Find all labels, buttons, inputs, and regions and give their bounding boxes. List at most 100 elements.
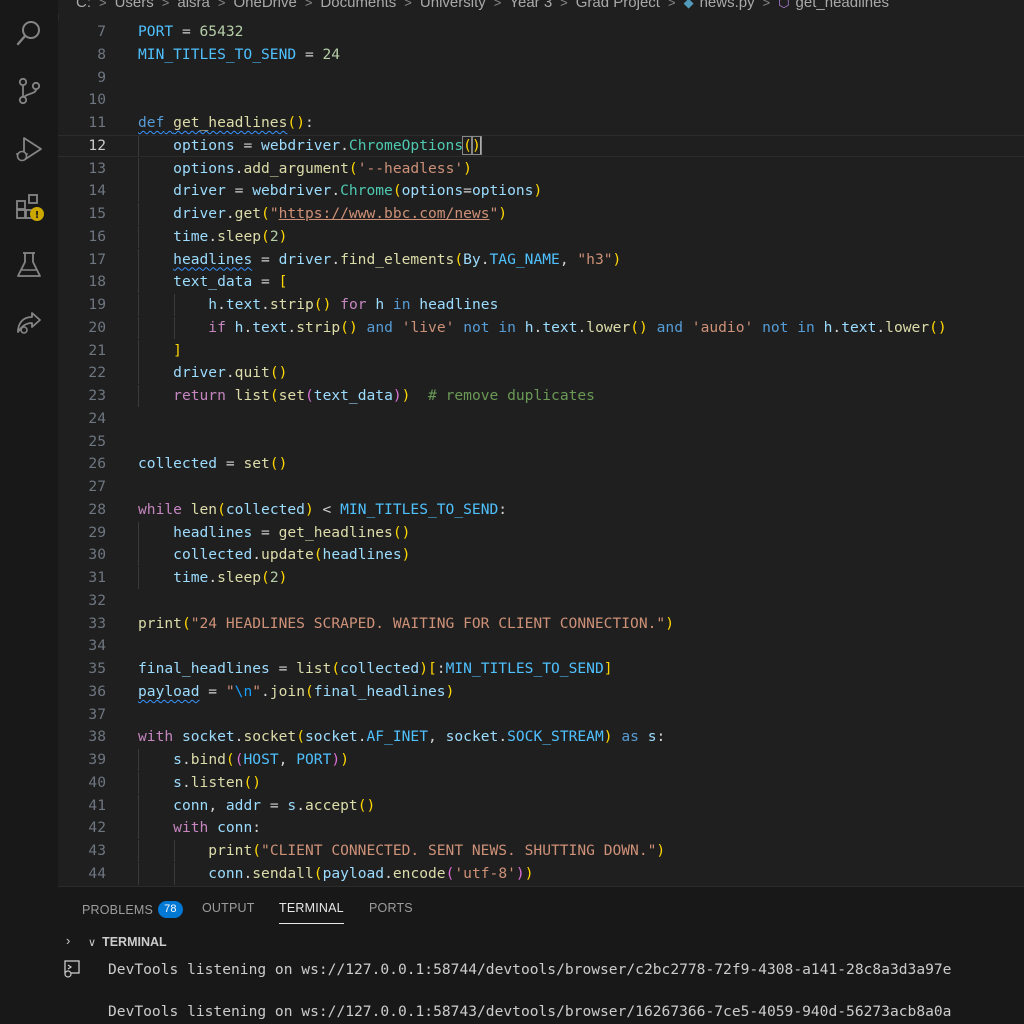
code-line[interactable]: 31 time.sleep(2): [58, 567, 1024, 589]
breadcrumb-item[interactable]: Users: [115, 0, 154, 11]
line-number: 9: [97, 68, 106, 86]
code-line[interactable]: 22 driver.quit(): [58, 362, 1024, 385]
code-line[interactable]: 40 s.listen(): [58, 771, 1024, 794]
code-line[interactable]: 24: [58, 408, 1024, 430]
code-line[interactable]: 30 collected.update(headlines): [58, 544, 1024, 567]
breadcrumb-item[interactable]: Year 3: [509, 0, 552, 11]
search-icon[interactable]: [12, 16, 46, 50]
chevron-right-icon: >: [762, 0, 771, 10]
breadcrumb-item[interactable]: OneDrive: [233, 0, 296, 11]
code-line[interactable]: 43 print("CLIENT CONNECTED. SENT NEWS. S…: [58, 840, 1024, 862]
breadcrumb-file[interactable]: news.py: [700, 0, 755, 11]
breadcrumb-item[interactable]: University: [420, 0, 486, 11]
code-line[interactable]: 9: [58, 67, 1024, 89]
terminal-debug-icon[interactable]: [62, 959, 82, 984]
line-number: 12: [88, 136, 106, 154]
code-line[interactable]: 13 options.add_argument('--headless'): [58, 157, 1024, 180]
code-line[interactable]: 23 return list(set(text_data)) # remove …: [58, 385, 1024, 407]
code-line[interactable]: 14 driver = webdriver.Chrome(options=opt…: [58, 180, 1024, 203]
code-line[interactable]: 8 MIN_TITLES_TO_SEND = 24: [58, 44, 1024, 66]
indent-guide: [138, 135, 139, 156]
code-line[interactable]: 28 while len(collected) < MIN_TITLES_TO_S…: [58, 499, 1024, 521]
tab-output[interactable]: OUTPUT: [202, 901, 255, 915]
terminal-header-label: TERMINAL: [102, 935, 167, 949]
code-line[interactable]: 37: [58, 704, 1024, 726]
code-line[interactable]: 20 if h.text.strip() and 'live' not in h…: [58, 316, 1024, 339]
code-line[interactable]: 42 with conn:: [58, 817, 1024, 840]
code-text: time.sleep(2): [173, 569, 288, 586]
code-text: with socket.socket(socket.AF_INET, socke…: [138, 728, 666, 746]
problems-count-badge: 78: [158, 901, 183, 918]
code-line[interactable]: 25: [58, 431, 1024, 453]
breadcrumb-item[interactable]: Documents: [320, 0, 396, 11]
code-text: s.bind((HOST, PORT)): [173, 751, 349, 768]
indent-guide: [138, 157, 139, 180]
code-line[interactable]: 38 with socket.socket(socket.AF_INET, soc…: [58, 726, 1024, 748]
line-number: 35: [88, 660, 106, 677]
function-symbol-icon: ⬡: [778, 0, 790, 10]
chevron-right-icon: >: [404, 0, 412, 10]
code-line[interactable]: 12 options = webdriver.ChromeOptions(): [58, 134, 1024, 157]
line-number: 21: [88, 341, 106, 359]
line-number: 27: [88, 478, 106, 495]
tab-label: TERMINAL: [279, 901, 344, 915]
extensions-icon[interactable]: !: [12, 190, 46, 224]
code-line[interactable]: 7 PORT = 65432: [58, 21, 1024, 43]
chevron-right-icon: >: [493, 0, 502, 10]
code-line[interactable]: 39 s.bind((HOST, PORT)): [58, 749, 1024, 771]
code-text: headlines = driver.find_elements(By.TAG_…: [173, 250, 622, 268]
breadcrumb-symbol[interactable]: get_headlines: [796, 0, 889, 11]
tab-problems[interactable]: PROBLEMS 78: [82, 901, 183, 918]
tab-terminal[interactable]: TERMINAL: [279, 901, 344, 924]
code-line[interactable]: 26 collected = set(): [58, 453, 1024, 475]
code-text: options = webdriver.ChromeOptions(): [173, 135, 482, 155]
code-line[interactable]: 10: [58, 89, 1024, 111]
code-line[interactable]: 41 conn, addr = s.accept(): [58, 794, 1024, 817]
indent-guide: [138, 225, 139, 248]
code-text: ]: [173, 341, 182, 359]
testing-icon[interactable]: [12, 248, 46, 282]
python-file-icon: ◆: [683, 0, 694, 10]
breadcrumb-item[interactable]: C:: [76, 0, 91, 11]
line-number: 29: [88, 523, 106, 541]
tab-label: PORTS: [369, 901, 413, 915]
line-number: 44: [88, 864, 106, 882]
run-debug-icon[interactable]: [12, 132, 46, 166]
line-number: 24: [88, 409, 106, 427]
chevron-right-icon[interactable]: ›: [66, 933, 70, 948]
line-number: 30: [88, 546, 106, 564]
line-number: 26: [88, 455, 106, 473]
code-line[interactable]: 36 payload = "\n".join(final_headlines): [58, 681, 1024, 703]
code-text: return list(set(text_data)) # remove dup…: [173, 387, 595, 404]
code-line[interactable]: 29 headlines = get_headlines(): [58, 521, 1024, 544]
breadcrumb-item[interactable]: aisra: [177, 0, 210, 11]
code-line[interactable]: 11 def get_headlines():: [58, 112, 1024, 134]
code-line[interactable]: 19 h.text.strip() for h in headlines: [58, 294, 1024, 316]
code-line[interactable]: 44 conn.sendall(payload.encode('utf-8')): [58, 862, 1024, 885]
breadcrumb-item[interactable]: Grad Project: [576, 0, 660, 11]
code-line[interactable]: 34: [58, 635, 1024, 657]
terminal-section-header[interactable]: ∨ TERMINAL: [88, 935, 167, 949]
code-editor[interactable]: 7 PORT = 65432 8 MIN_TITLES_TO_SEND = 24 9 10…: [58, 20, 1024, 886]
indent-guide: [138, 180, 139, 203]
line-number: 11: [88, 114, 106, 131]
code-line[interactable]: 33 print("24 HEADLINES SCRAPED. WAITING F…: [58, 613, 1024, 635]
chevron-right-icon: >: [667, 0, 676, 10]
chevron-right-icon: >: [161, 0, 170, 10]
code-line[interactable]: 35 final_headlines = list(collected)[:MIN…: [58, 658, 1024, 680]
vscode-window: ! C: > Users > aisra > OneDrive > Documents >…: [0, 0, 1024, 1024]
source-control-icon[interactable]: [12, 74, 46, 108]
code-line[interactable]: 16 time.sleep(2): [58, 225, 1024, 248]
code-line[interactable]: 17 headlines = driver.find_elements(By.T…: [58, 248, 1024, 271]
code-text: text_data = [: [173, 273, 288, 291]
code-text: time.sleep(2): [173, 227, 288, 245]
code-line[interactable]: 27: [58, 476, 1024, 498]
line-number: 20: [88, 318, 106, 336]
tab-ports[interactable]: PORTS: [369, 901, 413, 915]
code-line[interactable]: 15 driver.get("https://www.bbc.com/news"…: [58, 203, 1024, 225]
code-line[interactable]: 21 ]: [58, 339, 1024, 362]
code-line[interactable]: 18 text_data = [: [58, 271, 1024, 294]
code-line[interactable]: 32: [58, 590, 1024, 612]
remote-icon[interactable]: [12, 306, 46, 340]
svg-text:!: !: [35, 210, 40, 221]
